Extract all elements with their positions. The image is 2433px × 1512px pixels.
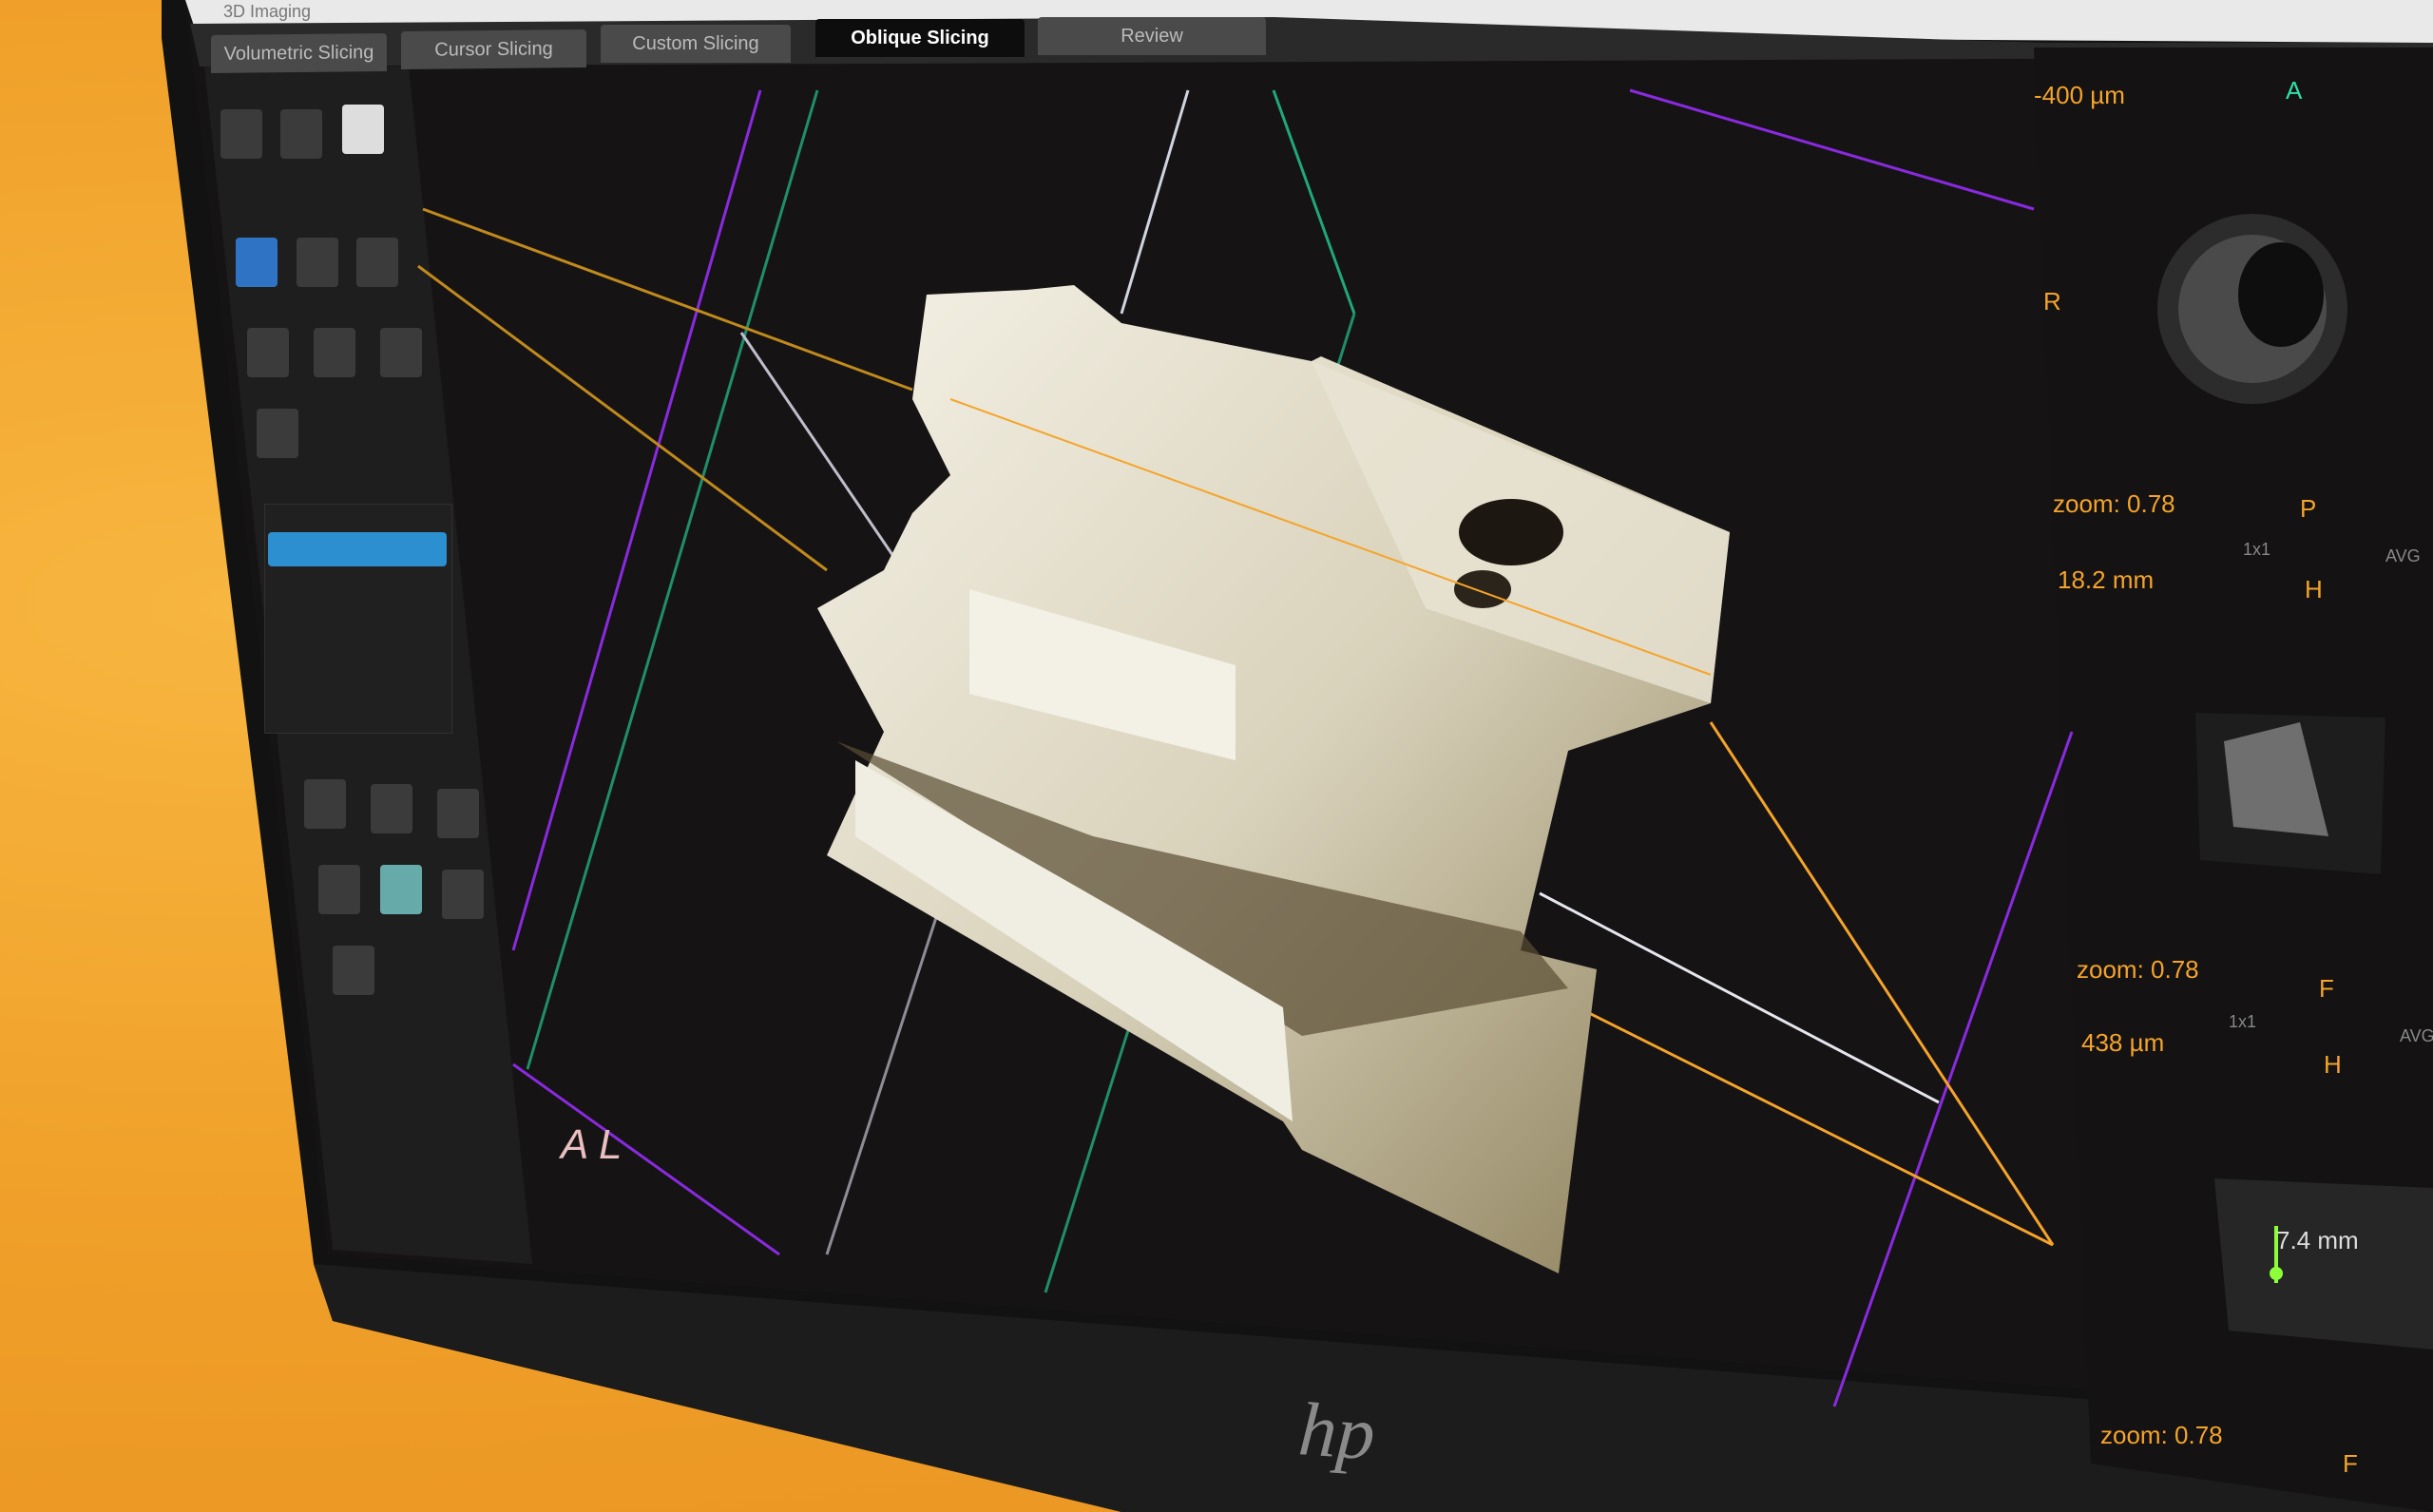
tooth-view-icon[interactable]	[220, 109, 262, 159]
angle-tool-icon[interactable]	[356, 238, 398, 287]
tab-volumetric-slicing[interactable]: Volumetric Slicing	[211, 33, 387, 73]
tab-custom-slicing[interactable]: Custom Slicing	[601, 25, 791, 63]
low-ratio-label: 1x1	[2229, 1012, 2257, 1031]
tab-oblique-slicing[interactable]: Oblique Slicing	[815, 19, 1025, 57]
nerve-tool-icon[interactable]	[247, 328, 289, 377]
app-title: 3D Imaging	[223, 2, 312, 21]
implant-tool-icon[interactable]	[314, 328, 355, 377]
orientation-f-bottom: F	[2343, 1449, 2358, 1478]
grid-tool-icon[interactable]	[257, 409, 298, 458]
orientation-r: R	[2043, 287, 2061, 316]
orientation-a: A	[2286, 76, 2303, 105]
export-icon[interactable]	[371, 784, 412, 833]
tab-cursor-slicing[interactable]: Cursor Slicing	[401, 29, 586, 70]
orientation-h-low: H	[2324, 1050, 2342, 1079]
measure-tool-icon[interactable]	[297, 238, 338, 287]
print-icon[interactable]	[333, 946, 374, 995]
tooth-icon[interactable]	[442, 870, 484, 919]
monitor: hp Volumetric Slicing Cursor Slicing Cus…	[0, 0, 2433, 1512]
top-slice-value: -400 µm	[2034, 81, 2125, 109]
implant-icon[interactable]	[342, 105, 384, 154]
home-icon[interactable]	[437, 789, 479, 838]
report-icon[interactable]	[304, 779, 346, 829]
orientation-h-mid: H	[2305, 575, 2323, 603]
measurement-item-icon[interactable]	[268, 532, 447, 566]
low-avg-label: AVG	[2400, 1026, 2433, 1045]
select-tool-icon[interactable]	[236, 238, 278, 287]
viewport-orientation-label: A L	[561, 1121, 623, 1168]
mid-zoom-label: zoom: 0.78	[2053, 489, 2175, 518]
orientation-p: P	[2300, 494, 2317, 523]
crop-tool-icon[interactable]	[380, 328, 422, 377]
screen: hp	[185, 0, 2433, 1512]
mid-slice-value: 18.2 mm	[2058, 565, 2155, 594]
mid-ratio-label: 1x1	[2243, 540, 2271, 559]
tab-review[interactable]: Review	[1038, 17, 1266, 55]
low-slice-value: 438 µm	[2081, 1028, 2165, 1057]
sagittal-slice-thumbnail[interactable]	[2214, 1178, 2433, 1349]
hp-logo: hp	[1296, 1388, 1378, 1476]
orientation-f: F	[2319, 974, 2334, 1003]
mid-avg-label: AVG	[2385, 546, 2421, 565]
bottom-zoom-label: zoom: 0.78	[2100, 1421, 2223, 1449]
low-zoom-label: zoom: 0.78	[2077, 955, 2199, 984]
photo-scene: hp Volumetric Slicing Cursor Slicing Cus…	[0, 0, 2433, 1512]
jaw-view-icon[interactable]	[280, 109, 322, 159]
color-map-icon[interactable]	[318, 865, 360, 914]
disc-icon[interactable]	[380, 865, 422, 914]
measurement-label: 7.4 mm	[2276, 1226, 2359, 1254]
